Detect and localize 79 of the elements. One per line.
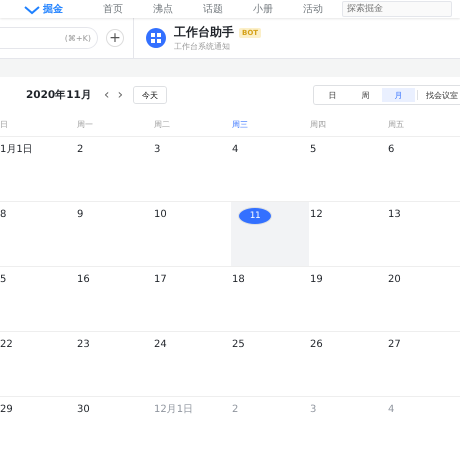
weekday-label: 周五 bbox=[388, 119, 404, 130]
date-number: 4 bbox=[388, 403, 394, 417]
weekday-label: 周二 bbox=[154, 119, 170, 130]
date-number: 12 bbox=[310, 208, 323, 222]
day-cell[interactable]: 24 bbox=[153, 332, 231, 397]
nav-link[interactable]: 首页 bbox=[103, 2, 123, 16]
view-tab[interactable]: 周 bbox=[349, 88, 382, 102]
day-cell[interactable]: 5 bbox=[309, 137, 387, 202]
view-tab[interactable]: 月 bbox=[382, 88, 415, 102]
day-cell[interactable]: 9 bbox=[76, 202, 153, 267]
date-number: 29 bbox=[0, 403, 13, 417]
next-month-button[interactable]: › bbox=[113, 87, 128, 103]
day-cell[interactable]: 17 bbox=[153, 267, 231, 332]
day-cell[interactable]: 5 bbox=[0, 267, 76, 332]
date-number: 17 bbox=[154, 273, 167, 287]
day-cell[interactable]: 23 bbox=[76, 332, 153, 397]
date-number: 5 bbox=[0, 273, 6, 287]
nav-link[interactable]: 话题 bbox=[203, 2, 223, 16]
month-title: 2020年11月 bbox=[26, 88, 92, 102]
nav-link[interactable]: 沸点 bbox=[153, 2, 173, 16]
day-cell[interactable]: 2 bbox=[76, 137, 153, 202]
date-number: 30 bbox=[77, 403, 90, 417]
day-cell[interactable]: 25 bbox=[231, 332, 309, 397]
date-number: 19 bbox=[310, 273, 323, 287]
search-field[interactable]: 探索掘金 bbox=[342, 1, 452, 17]
date-number: 1月1日 bbox=[0, 143, 33, 157]
weekday-label: 周三 bbox=[232, 119, 248, 130]
date-number: 24 bbox=[154, 338, 167, 352]
day-cell[interactable]: 29 bbox=[0, 397, 76, 460]
date-number: 4 bbox=[232, 143, 238, 157]
day-cell[interactable]: 19 bbox=[309, 267, 387, 332]
day-cell[interactable]: 13 bbox=[387, 202, 460, 267]
previous-month-button[interactable]: ‹ bbox=[100, 87, 114, 103]
day-cell[interactable]: 26 bbox=[309, 332, 387, 397]
day-cell[interactable]: 1月1日 bbox=[0, 137, 76, 202]
date-number: 2 bbox=[232, 403, 238, 417]
date-number: 27 bbox=[388, 338, 401, 352]
day-cell[interactable]: 3 bbox=[153, 137, 231, 202]
weekday-label: 周一 bbox=[77, 119, 93, 130]
nav-link[interactable]: 活动 bbox=[303, 2, 323, 16]
weekday-label: 日 bbox=[0, 119, 8, 130]
bot-name: 工作台助手 bbox=[174, 24, 234, 41]
date-number: 6 bbox=[388, 143, 394, 157]
date-number: 10 bbox=[154, 208, 167, 222]
date-number: 3 bbox=[154, 143, 160, 157]
day-cell[interactable]: 6 bbox=[387, 137, 460, 202]
nav-link[interactable]: 小册 bbox=[253, 2, 273, 16]
date-number: 18 bbox=[232, 273, 245, 287]
date-number: 13 bbox=[388, 208, 401, 222]
day-cell[interactable]: 27 bbox=[387, 332, 460, 397]
bot-subtitle: 工作台系统通知 bbox=[174, 41, 231, 52]
weekday-label: 周四 bbox=[310, 119, 326, 130]
day-cell[interactable]: 22 bbox=[0, 332, 76, 397]
date-number: 22 bbox=[0, 338, 13, 352]
logo-text[interactable]: 掘金 bbox=[43, 2, 63, 16]
date-number: 26 bbox=[310, 338, 323, 352]
day-cell[interactable]: 30 bbox=[76, 397, 153, 460]
date-number: 9 bbox=[77, 208, 84, 222]
day-cell[interactable]: 12 bbox=[309, 202, 387, 267]
date-number: 25 bbox=[232, 338, 245, 352]
today-button[interactable]: 今天 bbox=[133, 86, 168, 104]
date-number: 2 bbox=[77, 143, 84, 157]
app-grid-icon bbox=[146, 28, 166, 48]
date-number: 8 bbox=[0, 208, 6, 222]
today-date: 11 bbox=[238, 207, 272, 225]
day-cell[interactable]: 11 bbox=[231, 202, 309, 267]
date-number: 16 bbox=[77, 273, 90, 287]
date-number: 23 bbox=[77, 338, 90, 352]
date-number: 3 bbox=[310, 403, 316, 417]
date-number: 20 bbox=[388, 273, 401, 287]
date-number: 5 bbox=[310, 143, 316, 157]
day-cell[interactable]: 8 bbox=[0, 202, 76, 267]
view-tab[interactable]: 日 bbox=[316, 88, 349, 102]
day-cell[interactable]: 18 bbox=[231, 267, 309, 332]
date-number: 12月1日 bbox=[154, 403, 194, 417]
day-cell[interactable]: 16 bbox=[76, 267, 153, 332]
find-room-button[interactable]: 找会议室 bbox=[420, 90, 458, 100]
add-button[interactable]: + bbox=[106, 29, 124, 47]
day-cell[interactable]: 20 bbox=[387, 267, 460, 332]
